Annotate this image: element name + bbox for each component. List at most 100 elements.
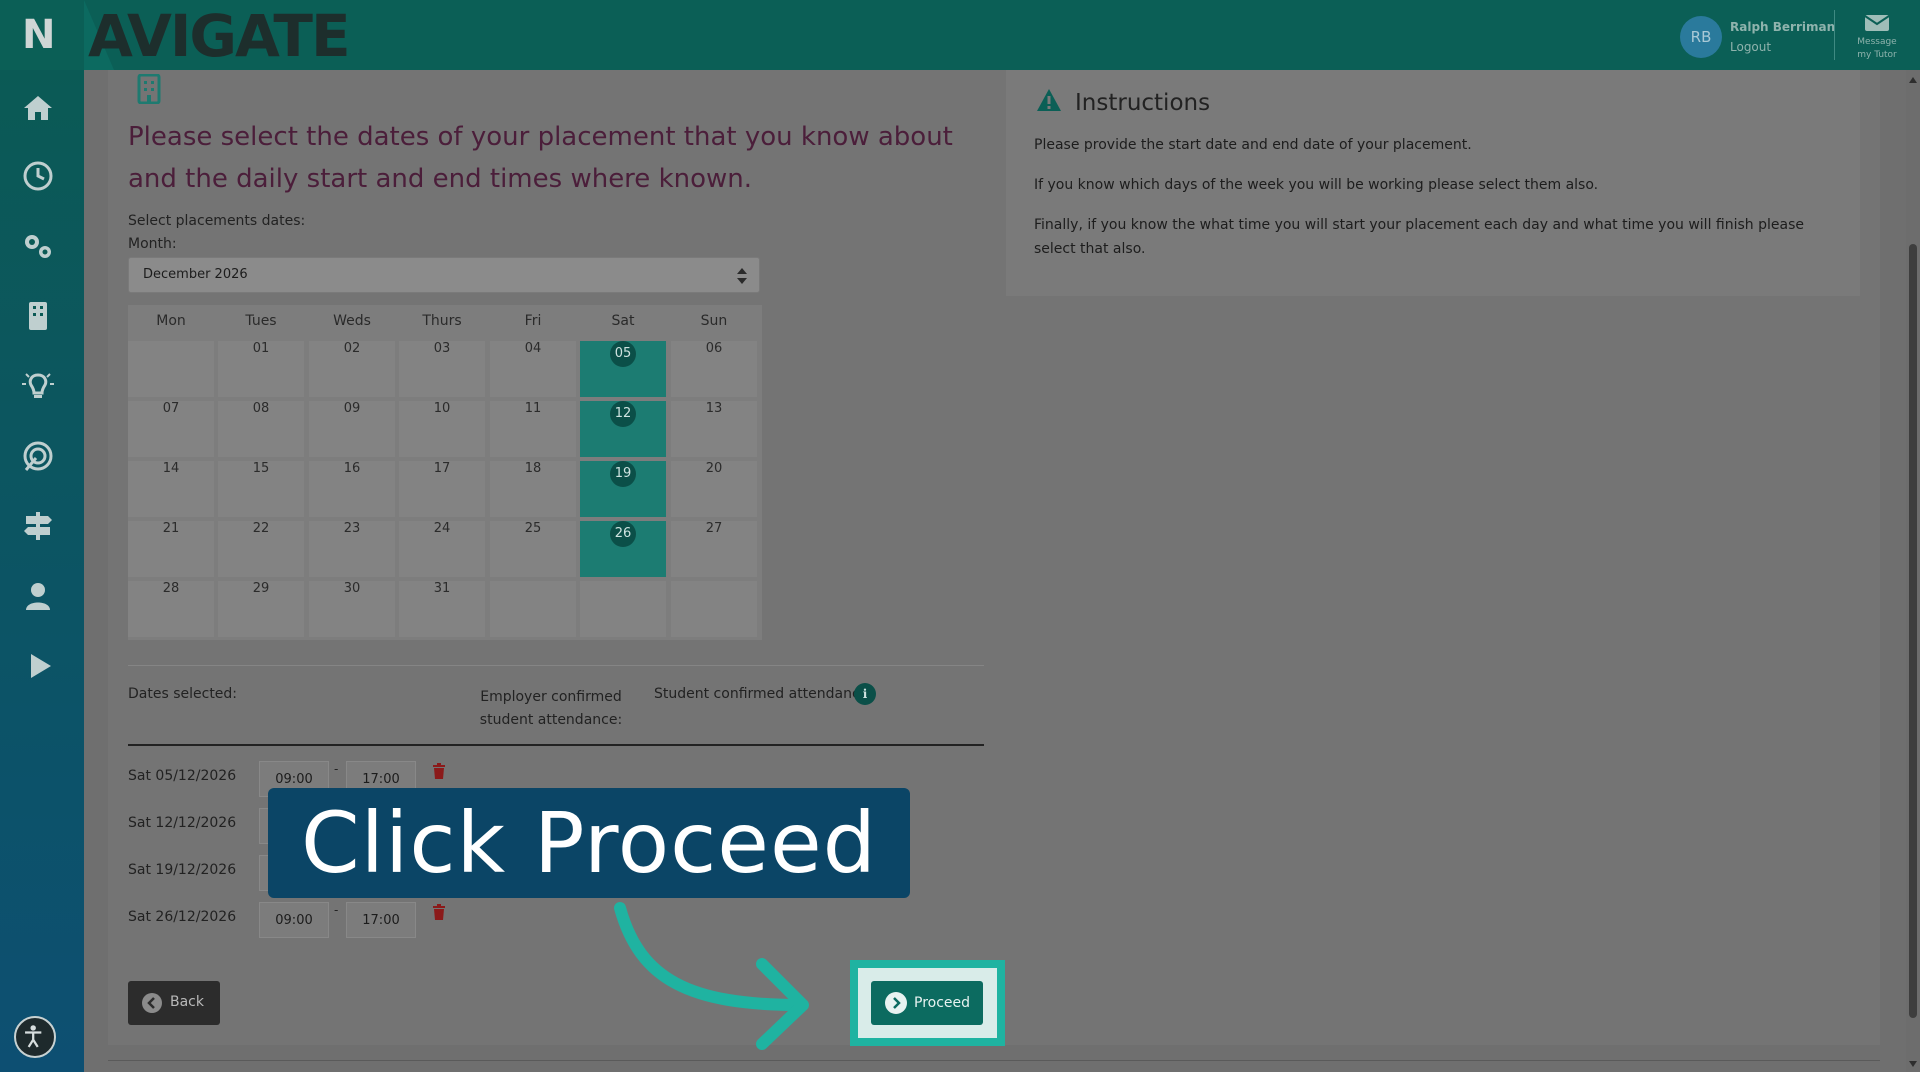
calendar-day[interactable]: 16 — [309, 461, 395, 517]
chevron-right-icon — [885, 992, 907, 1014]
calendar-day — [580, 581, 666, 637]
chevron-left-icon — [142, 993, 162, 1013]
play-icon[interactable] — [18, 646, 58, 686]
trash-icon[interactable] — [432, 763, 446, 779]
select-arrows-icon — [737, 268, 747, 284]
calendar-day — [128, 341, 214, 397]
footer-divider — [108, 1060, 1880, 1061]
selected-day-marker: 05 — [610, 341, 636, 367]
time-separator: - — [334, 762, 339, 776]
calendar-day[interactable]: 18 — [490, 461, 576, 517]
signpost-icon[interactable] — [18, 506, 58, 546]
calendar-day[interactable]: 24 — [399, 521, 485, 577]
calendar-day[interactable]: 30 — [309, 581, 395, 637]
scroll-down-icon[interactable] — [1908, 1060, 1918, 1068]
calendar-day[interactable]: 14 — [128, 461, 214, 517]
calendar-day[interactable]: 19 — [580, 461, 666, 517]
proceed-button-label: Proceed — [914, 995, 971, 1011]
month-select-value: December 2026 — [143, 267, 248, 282]
weekday-header: Tues — [245, 313, 277, 329]
scrollbar-thumb[interactable] — [1909, 244, 1917, 1018]
accessibility-icon[interactable] — [14, 1016, 56, 1058]
selected-day-marker: 26 — [610, 521, 636, 547]
back-button[interactable]: Back — [128, 981, 220, 1025]
calendar: Mon Tues Weds Thurs Fri Sat Sun 01 02 03 04 05 06 07 0… — [128, 305, 762, 640]
target-icon[interactable] — [18, 436, 58, 476]
cogs-icon[interactable] — [18, 226, 58, 266]
calendar-day[interactable]: 08 — [218, 401, 304, 457]
calendar-day[interactable]: 15 — [218, 461, 304, 517]
home-icon[interactable] — [18, 88, 58, 128]
calendar-day[interactable]: 13 — [671, 401, 757, 457]
weekday-header: Weds — [333, 313, 371, 329]
warning-icon — [1037, 89, 1061, 111]
student-confirmed-header: Student confirmed attendance: — [654, 686, 874, 702]
calendar-day[interactable]: 25 — [490, 521, 576, 577]
back-button-label: Back — [170, 994, 204, 1010]
calendar-day[interactable]: 05 — [580, 341, 666, 397]
lightbulb-icon[interactable] — [18, 366, 58, 406]
envelope-icon[interactable] — [1864, 14, 1890, 32]
info-icon[interactable]: i — [854, 683, 876, 705]
calendar-day[interactable]: 17 — [399, 461, 485, 517]
weekday-header: Sun — [700, 313, 728, 329]
calendar-day[interactable]: 28 — [128, 581, 214, 637]
end-time-input[interactable]: 17:00 — [346, 902, 416, 938]
calendar-day[interactable]: 03 — [399, 341, 485, 397]
trash-icon[interactable] — [432, 904, 446, 920]
selected-day-marker: 19 — [610, 461, 636, 487]
calendar-day[interactable]: 21 — [128, 521, 214, 577]
page-title: Please select the dates of your placemen… — [128, 122, 953, 194]
logo-mark[interactable]: N — [22, 12, 55, 58]
start-time-input[interactable]: 09:00 — [259, 902, 329, 938]
building-icon[interactable] — [18, 296, 58, 336]
selected-day-marker: 12 — [610, 401, 636, 427]
calendar-day[interactable]: 01 — [218, 341, 304, 397]
selected-date: Sat 19/12/2026 — [128, 862, 237, 878]
calendar-day[interactable]: 07 — [128, 401, 214, 457]
calendar-day[interactable]: 11 — [490, 401, 576, 457]
calendar-day[interactable]: 23 — [309, 521, 395, 577]
table-header-divider — [128, 744, 984, 746]
calendar-day[interactable]: 02 — [309, 341, 395, 397]
dates-selected-header: Dates selected: — [128, 686, 238, 702]
calendar-day[interactable]: 12 — [580, 401, 666, 457]
clock-icon[interactable] — [18, 156, 58, 196]
instructions-text-3: Finally, if you know the what time you w… — [1034, 217, 1804, 257]
instructions-title: Instructions — [1075, 90, 1211, 116]
divider — [128, 665, 984, 666]
calendar-day[interactable]: 06 — [671, 341, 757, 397]
calendar-day — [490, 581, 576, 637]
logout-link[interactable]: Logout — [1730, 40, 1771, 54]
instructions-text-2: If you know which days of the week you w… — [1034, 177, 1599, 193]
calendar-day[interactable]: 10 — [399, 401, 485, 457]
instructions-text-1: Please provide the start date and end da… — [1034, 137, 1472, 153]
time-separator: - — [334, 903, 339, 917]
brand-wordmark[interactable]: AVIGATE — [88, 2, 351, 70]
select-dates-label: Select placements dates: — [128, 213, 306, 229]
employer-confirmed-header: Employer confirmed student attendance: — [479, 689, 623, 728]
selected-date: Sat 05/12/2026 — [128, 768, 237, 784]
calendar-day[interactable]: 04 — [490, 341, 576, 397]
calendar-day[interactable]: 26 — [580, 521, 666, 577]
calendar-day[interactable]: 09 — [309, 401, 395, 457]
calendar-day[interactable]: 29 — [218, 581, 304, 637]
calendar-day[interactable]: 22 — [218, 521, 304, 577]
message-tutor-label[interactable]: Message my Tutor — [1850, 36, 1904, 62]
proceed-button[interactable]: Proceed — [871, 981, 983, 1025]
weekday-header: Sat — [611, 313, 635, 329]
selected-date: Sat 12/12/2026 — [128, 815, 237, 831]
month-select[interactable]: December 2026 — [128, 257, 760, 293]
scroll-up-icon[interactable] — [1908, 76, 1918, 84]
month-label: Month: — [128, 236, 177, 252]
calendar-day — [671, 581, 757, 637]
selected-date: Sat 26/12/2026 — [128, 909, 237, 925]
tutorial-callout: Click Proceed — [268, 788, 910, 898]
callout-arrow-icon — [614, 902, 809, 1050]
calendar-day[interactable]: 27 — [671, 521, 757, 577]
calendar-day[interactable]: 31 — [399, 581, 485, 637]
calendar-day[interactable]: 20 — [671, 461, 757, 517]
user-icon[interactable] — [18, 576, 58, 616]
avatar[interactable]: RB — [1680, 16, 1722, 58]
weekday-header: Mon — [156, 313, 186, 329]
